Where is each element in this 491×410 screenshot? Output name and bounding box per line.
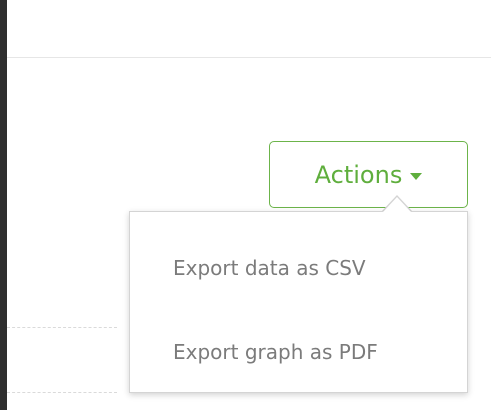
menu-item-label: Export data as CSV (173, 256, 366, 280)
menu-item-export-csv[interactable]: Export data as CSV (130, 233, 467, 303)
chevron-down-icon (410, 172, 423, 180)
chart-gridline (7, 392, 117, 393)
header-divider (7, 57, 491, 58)
chart-gridline (7, 327, 117, 328)
actions-button[interactable]: Actions (269, 141, 468, 208)
window-left-edge (0, 0, 7, 410)
dropdown-pointer-fill (383, 197, 411, 212)
menu-item-label: Export graph as PDF (173, 340, 378, 364)
actions-button-label: Actions (314, 160, 403, 189)
page: Actions Export data as CSV Export graph … (0, 0, 491, 410)
actions-dropdown-menu: Export data as CSV Export graph as PDF (129, 211, 468, 393)
menu-item-export-pdf[interactable]: Export graph as PDF (130, 317, 467, 387)
